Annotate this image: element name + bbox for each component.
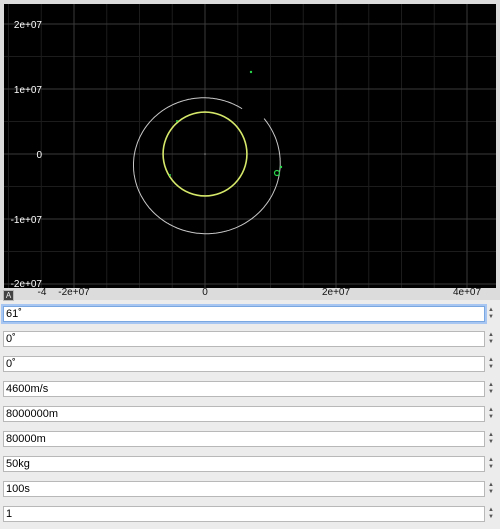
chevron-down-icon[interactable]: ▼	[488, 389, 494, 396]
chevron-up-icon[interactable]: ▲	[488, 507, 494, 514]
planet-marker-dot-2	[169, 174, 171, 176]
field-row-velocity: ▲ ▼	[0, 379, 500, 401]
chevron-up-icon[interactable]: ▲	[488, 357, 494, 364]
time-field[interactable]	[3, 481, 485, 497]
mass-field[interactable]	[3, 456, 485, 472]
field-row-time: ▲ ▼	[0, 479, 500, 501]
chevron-up-icon[interactable]: ▲	[488, 407, 494, 414]
chevron-up-icon[interactable]: ▲	[488, 457, 494, 464]
velocity-stepper[interactable]: ▲ ▼	[486, 381, 496, 397]
x-tick-label: -2e+07	[58, 287, 90, 298]
chevron-up-icon[interactable]: ▲	[488, 482, 494, 489]
orbit-plot[interactable]: -2e+07 0 2e+07 4e+072e+071e+070-1e+07-2e+07…	[0, 0, 500, 300]
trajectory-end-dot	[249, 70, 253, 74]
field-row-altitude: ▲ ▼	[0, 429, 500, 451]
chevron-down-icon[interactable]: ▼	[488, 414, 494, 421]
x-tick-label: 2e+07	[322, 287, 351, 298]
x-tick-label: 4e+07	[453, 287, 482, 298]
plot-area[interactable]: -2e+07 0 2e+07 4e+07 2e+07 1e+07 0 -1e+07 -2e+07…	[0, 0, 500, 301]
distance-stepper[interactable]: ▲ ▼	[486, 406, 496, 422]
chevron-down-icon[interactable]: ▼	[488, 314, 494, 321]
y-tick-label: 1e+07	[14, 85, 43, 96]
launch-angle-stepper[interactable]: ▲ ▼	[486, 306, 496, 322]
x-edge-label: -4	[38, 287, 47, 298]
count-field[interactable]	[3, 506, 485, 522]
chevron-down-icon[interactable]: ▼	[488, 489, 494, 496]
y-tick-label: 2e+07	[14, 20, 43, 31]
chevron-down-icon[interactable]: ▼	[488, 339, 494, 346]
mass-stepper[interactable]: ▲ ▼	[486, 456, 496, 472]
chevron-down-icon[interactable]: ▼	[488, 439, 494, 446]
x-tick-label: 0	[202, 287, 208, 298]
angle-3-field[interactable]	[3, 356, 485, 372]
chevron-down-icon[interactable]: ▼	[488, 514, 494, 521]
launch-angle-field[interactable]	[3, 306, 485, 322]
chevron-up-icon[interactable]: ▲	[488, 332, 494, 339]
chevron-up-icon[interactable]: ▲	[488, 307, 494, 314]
plot-corner-label: A	[3, 290, 14, 301]
altitude-field[interactable]	[3, 431, 485, 447]
chevron-down-icon[interactable]: ▼	[488, 464, 494, 471]
plot-background	[4, 4, 496, 288]
distance-field[interactable]	[3, 406, 485, 422]
angle-2-stepper[interactable]: ▲ ▼	[486, 331, 496, 347]
velocity-field[interactable]	[3, 381, 485, 397]
chevron-up-icon[interactable]: ▲	[488, 382, 494, 389]
chevron-up-icon[interactable]: ▲	[488, 432, 494, 439]
altitude-stepper[interactable]: ▲ ▼	[486, 431, 496, 447]
field-row-mass: ▲ ▼	[0, 454, 500, 476]
parameter-fields: ▲ ▼ ▲ ▼ ▲ ▼ ▲ ▼ ▲ ▼ ▲ ▼	[0, 304, 500, 529]
time-stepper[interactable]: ▲ ▼	[486, 481, 496, 497]
field-row-count: ▲ ▼	[0, 504, 500, 526]
planet-center	[204, 153, 206, 155]
field-row-distance: ▲ ▼	[0, 404, 500, 426]
craft-velocity-dot	[279, 165, 283, 169]
chevron-down-icon[interactable]: ▼	[488, 364, 494, 371]
count-stepper[interactable]: ▲ ▼	[486, 506, 496, 522]
y-tick-label: 0	[36, 150, 42, 161]
field-row-angle-3: ▲ ▼	[0, 354, 500, 376]
angle-3-stepper[interactable]: ▲ ▼	[486, 356, 496, 372]
field-row-angle-2: ▲ ▼	[0, 329, 500, 351]
planet-marker-dot	[176, 120, 178, 122]
field-row-launch-angle: ▲ ▼	[0, 304, 500, 326]
angle-2-field[interactable]	[3, 331, 485, 347]
y-tick-label: -1e+07	[11, 215, 43, 226]
